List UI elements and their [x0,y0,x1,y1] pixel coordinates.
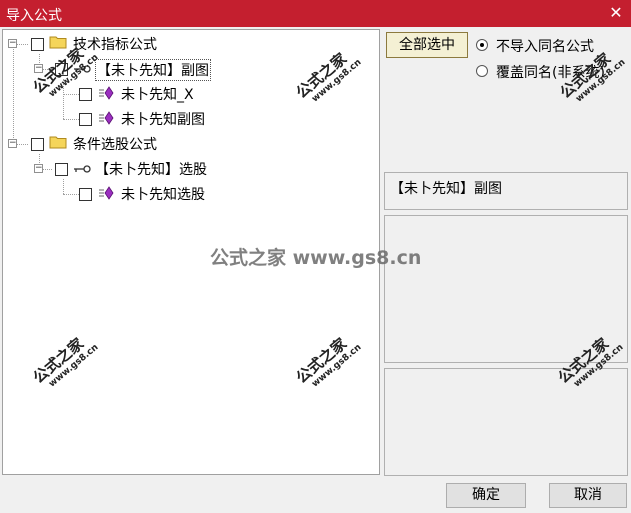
watermark-text: 公式之家 www.gs8.cn [210,247,422,269]
radio-skip-label: 不导入同名公式 [496,39,594,55]
tree-node-label[interactable]: 技术指标公式 [73,34,157,54]
tree-line [63,119,79,120]
radio-overwrite-label: 覆盖同名(非系统) [496,65,605,81]
folder-icon [49,136,67,149]
key-icon [74,165,91,173]
tree-line [63,79,64,119]
expand-toggle[interactable]: − [34,64,43,73]
gem-icon [99,111,114,125]
expand-toggle[interactable]: − [34,164,43,173]
tree-node-label[interactable]: 未卜先知副图 [121,109,205,129]
checkbox[interactable] [79,88,92,101]
radio-button[interactable] [476,65,488,77]
select-all-button[interactable]: 全部选中 [386,32,468,58]
formula-description-panel [384,368,628,476]
selected-formula-name: 【未卜先知】副图 [390,181,502,197]
key-icon [74,65,91,73]
tree-line [63,94,79,95]
tree-node-label[interactable]: 条件选股公式 [73,134,157,154]
close-button[interactable]: ✕ [605,2,627,24]
selected-formula-box: 【未卜先知】副图 [384,172,628,210]
checkbox[interactable] [79,188,92,201]
expand-toggle[interactable]: − [8,39,17,48]
tree-line [63,194,79,195]
checkbox[interactable] [55,63,68,76]
tree-line [13,44,14,144]
tree-node-label[interactable]: 【未卜先知】选股 [95,159,207,179]
gem-icon [99,186,114,200]
folder-icon [49,36,67,49]
formula-info-panel [384,215,628,363]
gem-icon [99,86,114,100]
tree-node-label[interactable]: 【未卜先知】副图 [95,59,211,81]
radio-button[interactable] [476,39,488,51]
checkbox[interactable] [55,163,68,176]
checkbox[interactable] [79,113,92,126]
title-bar: 导入公式 ✕ [0,0,631,27]
checkbox[interactable] [31,38,44,51]
expand-toggle[interactable]: − [8,139,17,148]
ok-button[interactable]: 确定 [446,483,526,508]
window-title: 导入公式 [6,8,62,24]
import-formula-dialog: 导入公式 ✕ − 技术指标公式 − 【未卜先知】副图 未卜先知_X 未卜先知副图… [0,0,631,513]
cancel-button[interactable]: 取消 [549,483,627,508]
tree-node-label[interactable]: 未卜先知_X [121,84,194,104]
checkbox[interactable] [31,138,44,151]
tree-node-label[interactable]: 未卜先知选股 [121,184,205,204]
tree-line [63,179,64,194]
